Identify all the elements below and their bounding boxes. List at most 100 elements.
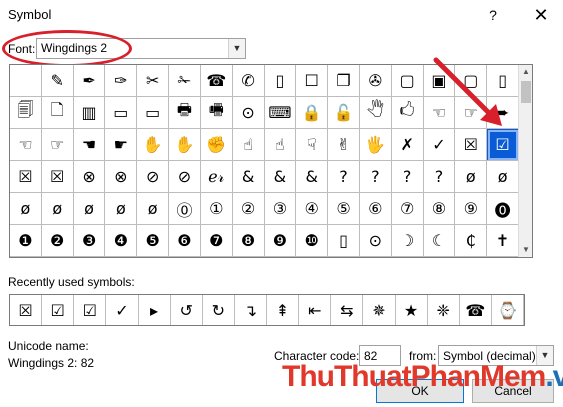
- symbol-cell[interactable]: ☞: [455, 97, 488, 129]
- symbol-cell[interactable]: ➨: [487, 97, 519, 129]
- symbol-cell[interactable]: ✊: [200, 129, 233, 161]
- symbol-cell[interactable]: ☾: [423, 225, 456, 257]
- symbol-cell[interactable]: ⑥: [359, 193, 392, 225]
- recent-symbol-cell[interactable]: ❈: [428, 295, 460, 325]
- symbol-cell[interactable]: ☝: [232, 129, 265, 161]
- symbol-cell[interactable]: ⊘: [137, 161, 170, 193]
- recent-symbol-cell[interactable]: ☒: [10, 295, 43, 325]
- symbol-cell[interactable]: ☟: [296, 129, 329, 161]
- symbol-cell[interactable]: ①: [200, 193, 233, 225]
- symbol-cell[interactable]: &: [264, 161, 297, 193]
- symbol-cell[interactable]: ☒: [10, 161, 42, 193]
- symbol-cell[interactable]: ▯: [264, 65, 297, 97]
- symbol-cell[interactable]: 🖑: [359, 97, 392, 129]
- symbol-cell[interactable]: ☒: [41, 161, 74, 193]
- symbol-cell[interactable]: ⑦: [391, 193, 424, 225]
- cancel-button[interactable]: Cancel: [472, 379, 554, 403]
- symbol-cell[interactable]: &: [232, 161, 265, 193]
- symbol-cell[interactable]: ▥: [73, 97, 106, 129]
- recent-symbol-cell[interactable]: ↻: [203, 295, 235, 325]
- symbol-cell[interactable]: ☜: [10, 129, 42, 161]
- symbol-cell[interactable]: ⊘: [169, 161, 201, 193]
- symbol-cell[interactable]: &: [296, 161, 329, 193]
- symbol-cell[interactable]: ⊗: [73, 161, 106, 193]
- symbol-cell[interactable]: 🖷: [200, 97, 233, 129]
- symbol-cell[interactable]: ❸: [73, 225, 106, 257]
- symbol-cell[interactable]: ☒: [455, 129, 488, 161]
- symbol-cell[interactable]: ☜: [423, 97, 456, 129]
- recent-symbol-cell[interactable]: ☑: [42, 295, 75, 325]
- scroll-up-icon[interactable]: ▲: [519, 65, 533, 79]
- symbol-cell[interactable]: ✋: [137, 129, 170, 161]
- character-code-input[interactable]: 82: [359, 345, 401, 366]
- symbol-cell[interactable]: ø: [137, 193, 170, 225]
- symbol-cell[interactable]: ▢: [391, 65, 424, 97]
- symbol-cell[interactable]: ☛: [105, 129, 138, 161]
- symbol-cell[interactable]: ☝: [264, 129, 297, 161]
- symbol-cell[interactable]: 🔒: [296, 97, 329, 129]
- recent-symbol-cell[interactable]: ↺: [171, 295, 203, 325]
- symbol-cell[interactable]: ø: [455, 161, 488, 193]
- recent-symbol-cell[interactable]: ☎: [460, 295, 492, 325]
- symbol-cell[interactable]: ②: [232, 193, 265, 225]
- symbol-cell[interactable]: ▯: [328, 225, 360, 257]
- symbol-cell[interactable]: ❷: [41, 225, 74, 257]
- symbol-cell[interactable]: 🖒: [391, 97, 424, 129]
- symbol-cell[interactable]: [10, 65, 42, 97]
- symbol-cell[interactable]: ✒: [73, 65, 106, 97]
- symbol-cell[interactable]: ⑨: [455, 193, 488, 225]
- symbol-cell[interactable]: ✎: [41, 65, 74, 97]
- symbol-cell[interactable]: ✁: [169, 65, 201, 97]
- symbol-cell[interactable]: ø: [487, 161, 519, 193]
- symbol-cell[interactable]: ✋: [169, 129, 201, 161]
- symbol-cell[interactable]: ₵: [455, 225, 488, 257]
- symbol-cell[interactable]: ✆: [232, 65, 265, 97]
- symbol-cell[interactable]: ❶: [10, 225, 42, 257]
- symbol-cell[interactable]: ✓: [423, 129, 456, 161]
- symbol-cell[interactable]: ✌: [328, 129, 360, 161]
- symbol-cell[interactable]: ❹: [105, 225, 138, 257]
- symbol-cell[interactable]: ③: [264, 193, 297, 225]
- symbol-cell[interactable]: ⓿: [487, 193, 519, 225]
- symbol-cell[interactable]: 🖶: [169, 97, 201, 129]
- symbol-cell[interactable]: ☚: [73, 129, 106, 161]
- chevron-down-icon[interactable]: ▼: [536, 346, 553, 365]
- symbol-cell[interactable]: 🖐: [359, 129, 392, 161]
- symbol-cell[interactable]: ⌨: [264, 97, 297, 129]
- symbol-cell[interactable]: ▣: [423, 65, 456, 97]
- recent-symbol-cell[interactable]: ⇤: [299, 295, 332, 325]
- symbol-cell[interactable]: ⓪: [169, 193, 201, 225]
- chevron-down-icon[interactable]: ▼: [228, 39, 245, 58]
- symbol-cell[interactable]: ✑: [105, 65, 138, 97]
- symbol-cell[interactable]: ?: [359, 161, 392, 193]
- symbol-cell[interactable]: ☞: [41, 129, 74, 161]
- symbol-cell[interactable]: ☎: [200, 65, 233, 97]
- symbol-cell[interactable]: ø: [41, 193, 74, 225]
- symbol-cell[interactable]: ❻: [169, 225, 201, 257]
- symbol-cell[interactable]: 🔓: [328, 97, 360, 129]
- symbol-cell[interactable]: ☐: [296, 65, 329, 97]
- recent-symbol-cell[interactable]: ⇆: [331, 295, 364, 325]
- symbol-cell[interactable]: ▯: [487, 65, 519, 97]
- symbol-cell[interactable]: ⊗: [105, 161, 138, 193]
- symbol-cell[interactable]: ✂: [137, 65, 170, 97]
- recent-symbol-cell[interactable]: ⌚: [492, 295, 524, 325]
- symbol-cell[interactable]: ⊙: [359, 225, 392, 257]
- symbol-cell[interactable]: ▢: [455, 65, 488, 97]
- symbol-cell[interactable]: ❼: [200, 225, 233, 257]
- recent-symbol-cell[interactable]: ✓: [106, 295, 139, 325]
- symbol-cell[interactable]: ⑤: [328, 193, 360, 225]
- symbol-cell[interactable]: ❽: [232, 225, 265, 257]
- symbol-cell[interactable]: ❾: [264, 225, 297, 257]
- symbol-cell[interactable]: ❐: [328, 65, 360, 97]
- symbol-cell[interactable]: ✇: [359, 65, 392, 97]
- symbol-cell[interactable]: ▭: [137, 97, 170, 129]
- symbol-cell[interactable]: ❿: [296, 225, 329, 257]
- symbol-cell[interactable]: ☑: [487, 129, 519, 161]
- scroll-down-icon[interactable]: ▼: [519, 243, 533, 257]
- vertical-scrollbar[interactable]: ▲ ▼: [518, 65, 532, 257]
- scroll-thumb[interactable]: [521, 81, 531, 103]
- symbol-cell[interactable]: ℯ𝓇: [200, 161, 233, 193]
- recent-symbol-cell[interactable]: ★: [396, 295, 428, 325]
- symbol-cell[interactable]: ❺: [137, 225, 170, 257]
